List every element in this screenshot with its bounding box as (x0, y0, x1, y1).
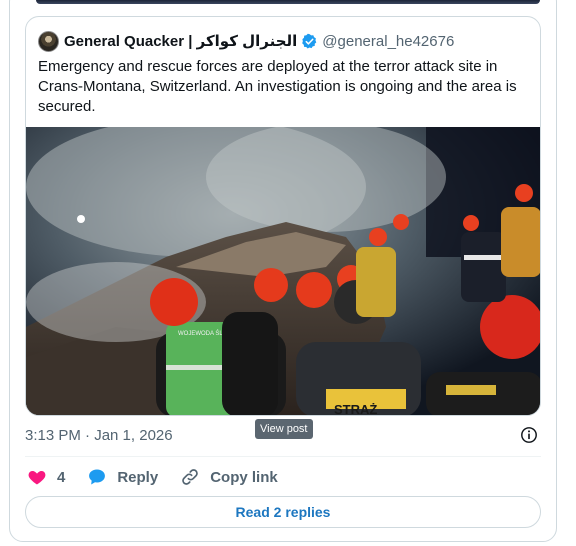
divider (25, 456, 541, 457)
read-replies-button[interactable]: Read 2 replies (25, 496, 541, 528)
view-post-tooltip: View post (255, 419, 313, 439)
speech-bubble-icon (89, 469, 106, 485)
info-icon[interactable] (520, 426, 538, 444)
action-bar: 4 Reply Copy link (27, 466, 300, 488)
like-button[interactable]: 4 (27, 467, 65, 487)
like-count: 4 (57, 468, 66, 486)
quoted-post-text: Emergency and rescue forces are deployed… (38, 58, 517, 115)
quoted-post[interactable]: General Quacker | الجنرال كواكر @general… (25, 16, 541, 416)
link-icon (182, 469, 198, 485)
avatar[interactable] (38, 30, 59, 52)
copy-link-button[interactable]: Copy link (180, 467, 278, 487)
post-timestamp[interactable]: 3:13 PM · Jan 1, 2026 (25, 427, 173, 444)
verified-badge-icon (302, 33, 317, 49)
post-image[interactable]: WOJEWODA ŚLĄSKI STRAŻ (26, 127, 541, 416)
reply-label: Reply (117, 468, 159, 486)
author-handle[interactable]: @general_he42676 (322, 33, 454, 50)
quoted-post-header: General Quacker | الجنرال كواكر @general… (38, 30, 454, 52)
author-name[interactable]: General Quacker | الجنرال كواكر (64, 32, 297, 50)
heart-icon (28, 471, 46, 485)
reply-button[interactable]: Reply (87, 467, 158, 487)
copy-link-label: Copy link (210, 468, 278, 486)
back-text: STRAŻ (334, 402, 377, 416)
